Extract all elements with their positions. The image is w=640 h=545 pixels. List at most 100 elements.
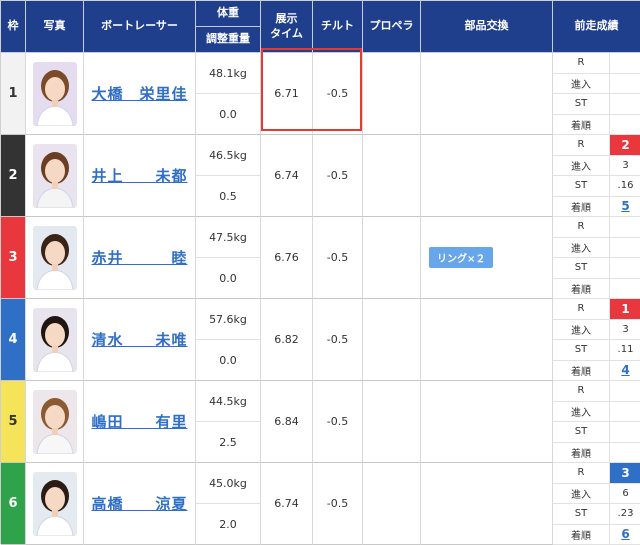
propeller-value bbox=[363, 53, 421, 135]
prev-label: 進入 bbox=[553, 402, 610, 422]
racer-name-link[interactable]: 高橋 涼夏 bbox=[91, 493, 187, 514]
prev-value-rank bbox=[610, 115, 640, 135]
prev-label: 着順 bbox=[553, 361, 610, 381]
adjust-weight-value: 0.0 bbox=[196, 340, 260, 381]
racer-name-cell: 赤井 睦 bbox=[84, 217, 196, 299]
prev-results-cell: R 進入 ST 着順 bbox=[553, 381, 640, 463]
prev-row-entry: 進入 3 bbox=[553, 320, 640, 341]
racer-photo[interactable] bbox=[33, 472, 77, 536]
parts-badge: リング×２ bbox=[429, 247, 493, 268]
prev-value-st bbox=[610, 258, 640, 278]
prev-label: 進入 bbox=[553, 156, 610, 176]
prev-row-r: R bbox=[553, 381, 640, 402]
prev-value-st bbox=[610, 94, 640, 114]
weight-value: 57.6kg bbox=[196, 299, 260, 340]
parts-cell: リング×２ bbox=[421, 217, 553, 299]
prev-value-r bbox=[610, 381, 640, 401]
prev-row-entry: 進入 bbox=[553, 402, 640, 423]
racer-name-link[interactable]: 嶋田 有里 bbox=[91, 411, 187, 432]
waku-number: 3 bbox=[1, 217, 26, 299]
adjust-weight-value: 0.0 bbox=[196, 258, 260, 299]
prev-label: R bbox=[553, 217, 610, 237]
prev-value-st: .23 bbox=[610, 504, 640, 524]
racer-name-link[interactable]: 大橋 栄里佳 bbox=[91, 83, 187, 104]
weight-value: 44.5kg bbox=[196, 381, 260, 422]
table-row: 1 大橋 栄里佳 48.1kg 0.0 6.71 -0.5 bbox=[1, 53, 640, 135]
racer-name-cell: 井上 未都 bbox=[84, 135, 196, 217]
prev-results-cell: R 進入 ST 着順 bbox=[553, 217, 640, 299]
prev-label: R bbox=[553, 299, 610, 319]
header-photo: 写真 bbox=[26, 1, 84, 53]
racer-portrait-icon bbox=[33, 144, 77, 208]
prev-label: ST bbox=[553, 504, 610, 524]
prev-rank-link[interactable]: 4 bbox=[621, 363, 629, 377]
adjust-weight-value: 2.0 bbox=[196, 504, 260, 545]
racer-photo[interactable] bbox=[33, 62, 77, 126]
prev-rank-link[interactable]: 6 bbox=[621, 527, 629, 541]
prev-row-st: ST bbox=[553, 422, 640, 443]
photo-cell bbox=[26, 135, 84, 217]
prev-row-entry: 進入 bbox=[553, 238, 640, 259]
prev-label: ST bbox=[553, 340, 610, 360]
racer-table: 枠 写真 ボートレーサー 体重 調整重量 展示 タイム チルト プロペラ 部品交… bbox=[0, 0, 640, 544]
racer-photo[interactable] bbox=[33, 144, 77, 208]
prev-row-st: ST bbox=[553, 258, 640, 279]
prev-value-entry bbox=[610, 74, 640, 94]
prev-value-rank bbox=[610, 279, 640, 299]
prev-label: 着順 bbox=[553, 279, 610, 299]
racer-photo[interactable] bbox=[33, 390, 77, 454]
prev-row-rank: 着順 4 bbox=[553, 361, 640, 382]
tilt-value: -0.5 bbox=[313, 299, 363, 381]
prev-row-r: R 1 bbox=[553, 299, 640, 320]
prev-label: 着順 bbox=[553, 197, 610, 217]
waku-number: 4 bbox=[1, 299, 26, 381]
racer-photo[interactable] bbox=[33, 226, 77, 290]
prev-row-st: ST .23 bbox=[553, 504, 640, 525]
weight-cell: 48.1kg 0.0 bbox=[196, 53, 261, 135]
waku-number: 6 bbox=[1, 463, 26, 545]
photo-cell bbox=[26, 381, 84, 463]
waku-number: 5 bbox=[1, 381, 26, 463]
propeller-value bbox=[363, 381, 421, 463]
prev-row-rank: 着順 bbox=[553, 279, 640, 300]
prev-row-rank: 着順 5 bbox=[553, 197, 640, 218]
prev-row-entry: 進入 3 bbox=[553, 156, 640, 177]
parts-cell bbox=[421, 135, 553, 217]
racer-name-link[interactable]: 井上 未都 bbox=[91, 165, 187, 186]
prev-row-rank: 着順 bbox=[553, 115, 640, 136]
exhibit-time-value: 6.71 bbox=[261, 53, 313, 135]
prev-value-r: 1 bbox=[610, 299, 640, 319]
parts-cell bbox=[421, 299, 553, 381]
weight-value: 46.5kg bbox=[196, 135, 260, 176]
prev-label: 進入 bbox=[553, 320, 610, 340]
adjust-weight-value: 0.0 bbox=[196, 94, 260, 135]
prev-value-r bbox=[610, 53, 640, 73]
prev-row-entry: 進入 6 bbox=[553, 484, 640, 505]
prev-row-st: ST .11 bbox=[553, 340, 640, 361]
prev-row-rank: 着順 6 bbox=[553, 525, 640, 545]
header-propeller: プロペラ bbox=[363, 1, 421, 53]
waku-number: 1 bbox=[1, 53, 26, 135]
table-row: 6 高橋 涼夏 45.0kg 2.0 6.74 -0.5 bbox=[1, 463, 640, 545]
tilt-value: -0.5 bbox=[313, 53, 363, 135]
racer-portrait-icon bbox=[33, 390, 77, 454]
prev-rank-link[interactable]: 5 bbox=[621, 199, 629, 213]
weight-value: 47.5kg bbox=[196, 217, 260, 258]
prev-label: ST bbox=[553, 94, 610, 114]
racer-name-link[interactable]: 清水 未唯 bbox=[91, 329, 187, 350]
exhibit-time-value: 6.74 bbox=[261, 463, 313, 545]
prev-row-rank: 着順 bbox=[553, 443, 640, 464]
prev-value-entry: 3 bbox=[610, 156, 640, 176]
prev-value-st: .16 bbox=[610, 176, 640, 196]
propeller-value bbox=[363, 135, 421, 217]
racer-portrait-icon bbox=[33, 472, 77, 536]
racer-name-link[interactable]: 赤井 睦 bbox=[91, 247, 187, 268]
prev-label: ST bbox=[553, 422, 610, 442]
exhibit-time-value: 6.82 bbox=[261, 299, 313, 381]
tilt-value: -0.5 bbox=[313, 217, 363, 299]
prev-value-rank: 4 bbox=[610, 361, 640, 381]
prev-value-entry bbox=[610, 238, 640, 258]
racer-photo[interactable] bbox=[33, 308, 77, 372]
racer-name-cell: 高橋 涼夏 bbox=[84, 463, 196, 545]
weight-cell: 47.5kg 0.0 bbox=[196, 217, 261, 299]
